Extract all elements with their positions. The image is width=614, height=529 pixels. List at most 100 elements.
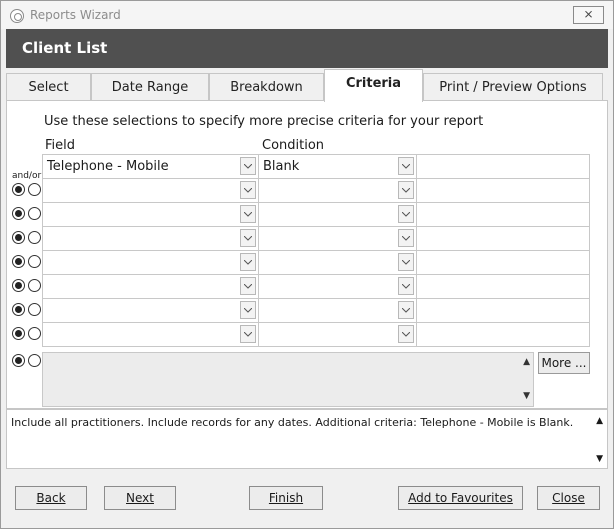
and-radio[interactable] (12, 207, 25, 220)
back-button[interactable]: Back (15, 486, 87, 510)
condition-select[interactable] (259, 299, 417, 322)
scroll-down-icon[interactable]: ▼ (523, 391, 530, 401)
window-title: Reports Wizard (30, 8, 121, 22)
and-radio[interactable] (12, 303, 25, 316)
or-radio[interactable] (28, 279, 41, 292)
field-select[interactable] (43, 251, 259, 274)
value-input[interactable] (417, 275, 590, 298)
or-radio[interactable] (28, 231, 41, 244)
scroll-up-icon[interactable]: ▲ (596, 416, 603, 426)
or-radio[interactable] (28, 354, 41, 367)
more-button[interactable]: More ... (538, 352, 590, 374)
field-select[interactable] (43, 275, 259, 298)
criteria-row (43, 299, 590, 323)
condition-select[interactable]: Blank (259, 155, 417, 178)
favourites-label: Add to Favourites (408, 491, 513, 505)
chevron-down-icon[interactable] (240, 301, 256, 319)
header-band: Client List (6, 29, 608, 68)
tab-label: Date Range (111, 80, 189, 95)
criteria-row (43, 179, 590, 203)
and-radio[interactable] (12, 327, 25, 340)
scroll-down-icon[interactable]: ▼ (596, 454, 603, 464)
chevron-down-icon[interactable] (240, 277, 256, 295)
or-radio[interactable] (28, 303, 41, 316)
or-radio[interactable] (28, 255, 41, 268)
chevron-down-icon[interactable] (240, 325, 256, 343)
criteria-summary-box: Include all practitioners. Include recor… (6, 409, 608, 469)
tab-breakdown[interactable]: Breakdown (209, 73, 324, 101)
tab-select[interactable]: Select (6, 73, 91, 101)
chevron-down-icon[interactable] (398, 229, 414, 247)
close-label: Close (552, 491, 585, 505)
condition-select[interactable] (259, 275, 417, 298)
condition-select[interactable] (259, 323, 417, 346)
and-or-label: and/or (12, 171, 42, 181)
value-input[interactable] (417, 251, 590, 274)
criteria-panel: Use these selections to specify more pre… (6, 100, 608, 409)
close-icon: ⨯ (583, 7, 594, 21)
condition-select[interactable] (259, 251, 417, 274)
close-button[interactable]: Close (537, 486, 600, 510)
window-close-button[interactable]: ⨯ (573, 6, 604, 24)
field-select[interactable] (43, 203, 259, 226)
back-label: Back (36, 491, 66, 505)
criteria-row (43, 323, 590, 347)
condition-value: Blank (263, 159, 300, 174)
and-radio[interactable] (12, 354, 25, 367)
criteria-intro: Use these selections to specify more pre… (44, 114, 484, 129)
add-to-favourites-button[interactable]: Add to Favourites (398, 486, 523, 510)
chevron-down-icon[interactable] (398, 301, 414, 319)
and-radio[interactable] (12, 183, 25, 196)
value-input[interactable] (417, 179, 590, 202)
tab-date-range[interactable]: Date Range (91, 73, 209, 101)
chevron-down-icon[interactable] (240, 205, 256, 223)
chevron-down-icon[interactable] (398, 325, 414, 343)
condition-column-header: Condition (262, 138, 325, 153)
next-button[interactable]: Next (104, 486, 176, 510)
condition-select[interactable] (259, 203, 417, 226)
and-radio[interactable] (12, 255, 25, 268)
chevron-down-icon[interactable] (398, 157, 414, 175)
field-select[interactable] (43, 299, 259, 322)
chevron-down-icon[interactable] (398, 277, 414, 295)
field-select[interactable] (43, 227, 259, 250)
value-input[interactable] (417, 227, 590, 250)
criteria-row (43, 275, 590, 299)
criteria-row (43, 251, 590, 275)
chevron-down-icon[interactable] (398, 181, 414, 199)
chevron-down-icon[interactable] (240, 157, 256, 175)
chevron-down-icon[interactable] (398, 205, 414, 223)
finish-button[interactable]: Finish (249, 486, 323, 510)
chevron-down-icon[interactable] (240, 181, 256, 199)
condition-select[interactable] (259, 227, 417, 250)
criteria-grid: Telephone - Mobile Blank (42, 154, 590, 347)
value-input[interactable] (417, 203, 590, 226)
scroll-up-icon[interactable]: ▲ (523, 357, 530, 367)
chevron-down-icon[interactable] (398, 253, 414, 271)
value-input[interactable] (417, 323, 590, 346)
and-radio[interactable] (12, 231, 25, 244)
tab-criteria[interactable]: Criteria (324, 69, 423, 102)
or-radio[interactable] (28, 183, 41, 196)
field-select[interactable] (43, 179, 259, 202)
finish-label: Finish (268, 491, 304, 505)
criteria-row: Telephone - Mobile Blank (43, 155, 590, 179)
chevron-down-icon[interactable] (240, 253, 256, 271)
chevron-down-icon[interactable] (240, 229, 256, 247)
value-input[interactable] (417, 155, 590, 178)
tab-label: Breakdown (230, 80, 303, 95)
or-radio[interactable] (28, 327, 41, 340)
value-input[interactable] (417, 299, 590, 322)
or-radio[interactable] (28, 207, 41, 220)
field-select[interactable] (43, 323, 259, 346)
next-label: Next (126, 491, 154, 505)
field-value: Telephone - Mobile (47, 159, 169, 174)
field-select[interactable]: Telephone - Mobile (43, 155, 259, 178)
and-radio[interactable] (12, 279, 25, 292)
summary-text: Include all practitioners. Include recor… (11, 416, 574, 429)
tab-print-preview-options[interactable]: Print / Preview Options (423, 73, 603, 101)
field-column-header: Field (45, 138, 76, 153)
tab-strip: Select Date Range Breakdown Criteria Pri… (6, 69, 608, 102)
additional-criteria-box[interactable]: ▲ ▼ (42, 352, 534, 407)
condition-select[interactable] (259, 179, 417, 202)
